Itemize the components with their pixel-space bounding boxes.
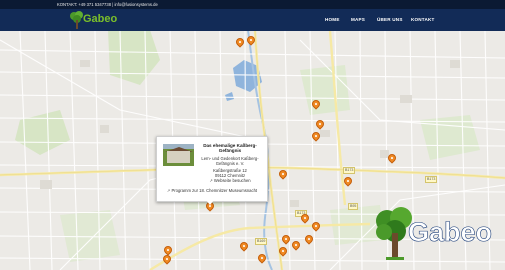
contact-text: KONTAKT: +49 371 5347738 | info@fusionsy… xyxy=(57,2,158,7)
program-link-label: Programm zur 18. Chemnitzer Museumsnacht xyxy=(171,188,258,193)
header-logo-text: Gabeo xyxy=(83,13,118,25)
program-link[interactable]: ↗ Programm zur 18. Chemnitzer Museumsnac… xyxy=(157,188,267,193)
location-photo xyxy=(163,144,194,166)
nav-ueber-uns[interactable]: ÜBER UNS xyxy=(377,9,403,31)
info-popup: Das ehemalige Kaßberg-Gefängnis Lern- un… xyxy=(156,136,268,202)
popup-subtitle: Lern- und Gedenkort Kaßberg-Gefängnis e.… xyxy=(201,156,259,166)
website-link-label: Webseite besuchen xyxy=(213,178,251,183)
brand-logo-text: Gabeo xyxy=(408,217,493,248)
road-label: B95 xyxy=(348,203,359,210)
nav-kontakt[interactable]: KONTAKT xyxy=(411,9,435,31)
nav-home[interactable]: HOME xyxy=(325,9,340,31)
external-link-icon: ↗ xyxy=(209,178,213,183)
contact-bar: KONTAKT: +49 371 5347738 | info@fusionsy… xyxy=(0,0,505,9)
nav-maps[interactable]: MAPS xyxy=(351,9,365,31)
website-link[interactable]: ↗ Webseite besuchen xyxy=(197,178,263,183)
road-label: B173 xyxy=(343,167,356,174)
popup-pointer xyxy=(206,200,214,205)
popup-title: Das ehemalige Kaßberg-Gefängnis xyxy=(203,143,257,154)
brand-logo: Gabeo xyxy=(375,205,495,265)
external-link-icon: ↗ xyxy=(166,188,171,193)
road-label: B173 xyxy=(425,176,438,183)
road-label: B169 xyxy=(255,238,268,245)
header-logo[interactable]: Gabeo xyxy=(69,10,117,30)
